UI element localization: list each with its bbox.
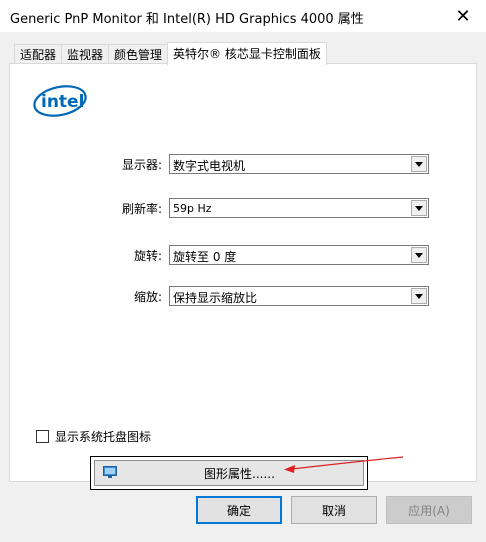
tray-icon-label: 显示系统托盘图标 <box>55 429 152 444</box>
cancel-button[interactable]: 取消 <box>291 496 377 524</box>
display-select[interactable]: 数字式电视机 <box>169 154 429 174</box>
tray-icon-option[interactable]: 显示系统托盘图标 <box>36 428 151 444</box>
ok-button[interactable]: 确定 <box>196 496 282 524</box>
scaling-value: 保持显示缩放比 <box>173 291 258 305</box>
intel-logo: intel <box>33 85 87 117</box>
graphics-properties-label: 图形属性...... <box>204 467 275 481</box>
apply-button[interactable]: 应用(A) <box>386 496 472 524</box>
rotation-value: 旋转至 0 度 <box>173 250 237 264</box>
tab-intel-control-panel[interactable]: 英特尔® 核芯显卡控制面板 <box>167 42 327 65</box>
dialog-body: 适配器 监视器 颜色管理 英特尔® 核芯显卡控制面板 intel 显示器: 数字… <box>0 32 486 542</box>
display-row: 显示器: 数字式电视机 <box>10 154 476 176</box>
annotation-arrow <box>284 456 404 473</box>
graphics-monitor-icon <box>103 466 117 478</box>
rotation-select[interactable]: 旋转至 0 度 <box>169 245 429 265</box>
chevron-down-icon[interactable] <box>411 156 427 172</box>
chevron-down-icon[interactable] <box>411 288 427 304</box>
close-button[interactable]: ✕ <box>440 0 486 32</box>
tab-color-management[interactable]: 颜色管理 <box>108 44 169 65</box>
refresh-select[interactable]: 59p Hz <box>169 198 429 218</box>
refresh-value: 59p Hz <box>173 202 212 215</box>
tray-icon-checkbox[interactable] <box>36 429 49 443</box>
scaling-row: 缩放: 保持显示缩放比 <box>10 286 476 308</box>
refresh-row: 刷新率: 59p Hz <box>10 198 476 220</box>
tab-strip: 适配器 监视器 颜色管理 英特尔® 核芯显卡控制面板 <box>14 42 327 65</box>
rotation-label: 旋转: <box>133 249 162 263</box>
scaling-label: 缩放: <box>133 290 162 304</box>
display-label: 显示器: <box>121 158 162 172</box>
chevron-down-icon[interactable] <box>411 247 427 263</box>
logo-text: intel <box>41 92 84 112</box>
title-bar: Generic PnP Monitor 和 Intel(R) HD Graphi… <box>0 0 486 32</box>
chevron-down-icon[interactable] <box>411 200 427 216</box>
tab-adapter[interactable]: 适配器 <box>14 44 63 65</box>
tab-monitor[interactable]: 监视器 <box>61 44 110 65</box>
tab-panel: intel 显示器: 数字式电视机 刷新率: 59p Hz 旋转: 旋转至 0 … <box>9 63 477 490</box>
rotation-row: 旋转: 旋转至 0 度 <box>10 245 476 267</box>
scaling-select[interactable]: 保持显示缩放比 <box>169 286 429 306</box>
refresh-label: 刷新率: <box>121 202 162 216</box>
window-title: Generic PnP Monitor 和 Intel(R) HD Graphi… <box>10 12 364 27</box>
display-value: 数字式电视机 <box>173 159 246 173</box>
close-icon: ✕ <box>455 5 471 27</box>
